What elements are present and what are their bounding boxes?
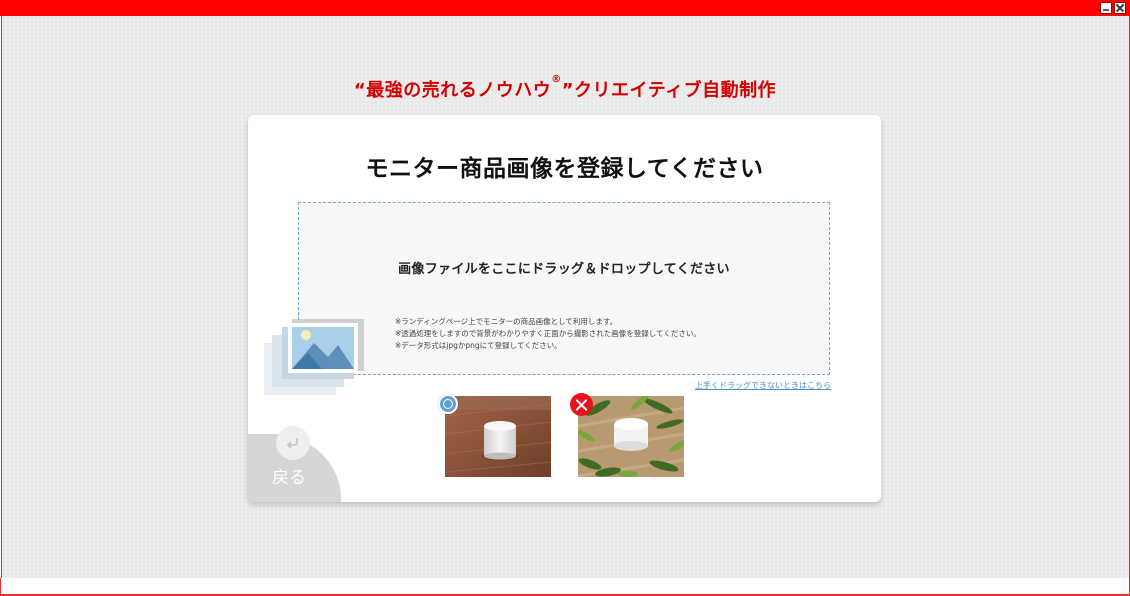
dropzone-notes: ※ランディングページ上でモニターの商品画像として利用します。 ※透過処理をします… xyxy=(395,316,701,352)
back-button[interactable]: 戻る xyxy=(248,426,341,502)
image-dropzone[interactable]: 画像ファイルをここにドラッグ＆ドロップしてください ※ランディングページ上でモニ… xyxy=(298,202,830,375)
upload-card: モニター商品画像を登録してください 画像ファイルをここにドラッグ＆ドロップしてく… xyxy=(248,115,881,502)
back-label: 戻る xyxy=(272,468,306,488)
window-bottom-strip xyxy=(0,578,1130,596)
help-link[interactable]: 上手くドラッグできないときはこちら xyxy=(695,380,831,391)
dropzone-note: ※データ形式はjpgかpngにて登録してください。 xyxy=(395,341,562,350)
dropzone-note: ※透過処理をしますので背景がわかりやすく正面から撮影された画像を登録してください… xyxy=(395,329,701,338)
thumbnail-speaker[interactable] xyxy=(445,396,551,477)
speaker-photo xyxy=(445,396,551,477)
delete-icon[interactable] xyxy=(570,393,593,416)
thumbnail-cream-jar[interactable] xyxy=(578,396,684,477)
app-heading-rest: ”クリエイティブ自動制作 xyxy=(561,80,777,101)
card-title: モニター商品画像を登録してください xyxy=(365,156,764,182)
close-icon[interactable] xyxy=(1114,2,1126,14)
app-heading: “最強の売れるノウハウ®”クリエイティブ自動制作 xyxy=(0,74,1130,102)
radio-selected-icon[interactable] xyxy=(438,394,458,414)
registered-mark: ® xyxy=(551,74,562,85)
app-heading-main: “最強の売れるノウハウ xyxy=(353,80,552,101)
dropzone-instruction: 画像ファイルをここにドラッグ＆ドロップしてください xyxy=(398,262,730,277)
window-titlebar xyxy=(0,0,1130,16)
cream-jar-photo xyxy=(578,396,684,477)
return-arrow-icon xyxy=(276,426,310,460)
image-stack-icon xyxy=(264,319,364,395)
minimize-icon[interactable] xyxy=(1100,2,1112,14)
dropzone-note: ※ランディングページ上でモニターの商品画像として利用します。 xyxy=(395,317,618,326)
